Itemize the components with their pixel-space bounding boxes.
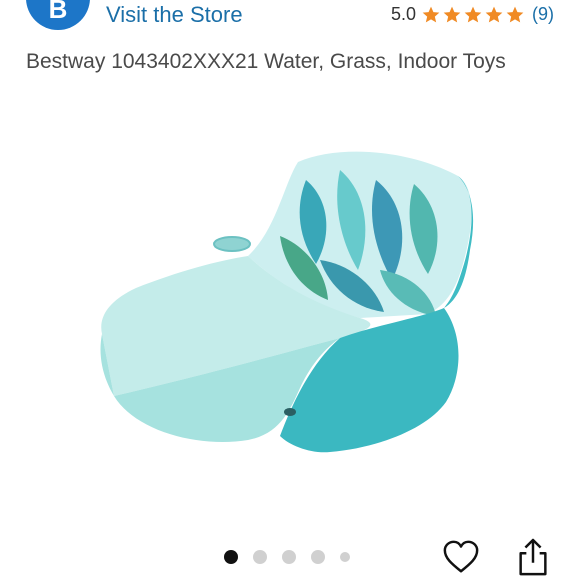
rating-summary[interactable]: 5.0 (9)	[391, 4, 554, 25]
star-icon	[506, 6, 524, 22]
heart-icon[interactable]	[442, 538, 480, 576]
carousel-dot[interactable]	[253, 550, 267, 564]
star-icon	[443, 6, 461, 22]
carousel-dot[interactable]	[311, 550, 325, 564]
visit-store-link[interactable]: Visit the Store	[106, 2, 243, 28]
carousel-dot[interactable]	[282, 550, 296, 564]
star-icon	[464, 6, 482, 22]
carousel-dot[interactable]	[224, 550, 238, 564]
star-icon	[422, 6, 440, 22]
star-rating	[421, 5, 525, 25]
share-icon[interactable]	[514, 538, 552, 578]
cup-holder	[213, 236, 251, 252]
image-carousel-dots	[224, 550, 350, 564]
brand-logo[interactable]: B	[26, 0, 90, 30]
rating-count-link[interactable]: (9)	[532, 4, 554, 25]
star-icon	[485, 6, 503, 22]
air-valve	[284, 408, 296, 416]
product-title: Bestway 1043402XXX21 Water, Grass, Indoo…	[26, 50, 506, 73]
store-header: B Visit the Store 5.0 (9)	[0, 0, 580, 36]
carousel-dot[interactable]	[340, 552, 350, 562]
rating-value: 5.0	[390, 4, 416, 24]
brand-logo-letter: B	[48, 0, 68, 24]
product-image[interactable]	[80, 140, 490, 460]
